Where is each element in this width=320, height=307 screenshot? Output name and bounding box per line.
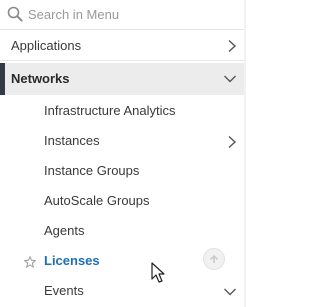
scrollbar[interactable]: [244, 0, 246, 307]
submenu-item-label: Infrastructure Analytics: [44, 103, 176, 118]
submenu-item-label: Events: [44, 283, 84, 298]
submenu-item-label: Licenses: [44, 253, 100, 268]
submenu-item-instances[interactable]: Instances: [0, 126, 244, 156]
submenu-item-label: AutoScale Groups: [44, 193, 150, 208]
submenu-item-label: Instance Groups: [44, 163, 140, 178]
chevron-right-icon[interactable]: [225, 39, 239, 53]
submenu-item-events[interactable]: Events: [0, 276, 244, 306]
submenu-item-agents[interactable]: Agents: [0, 216, 244, 246]
menu-item-applications[interactable]: Applications: [0, 31, 244, 61]
chevron-right-icon[interactable]: [225, 135, 239, 149]
submenu-item-label: Instances: [44, 133, 100, 148]
chevron-down-icon[interactable]: [223, 72, 237, 86]
search-input[interactable]: [28, 4, 228, 24]
active-indicator: [0, 63, 5, 95]
submenu-item-instance-groups[interactable]: Instance Groups: [0, 156, 244, 186]
chevron-down-icon[interactable]: [223, 285, 237, 299]
menu-search: [0, 0, 244, 30]
menu-item-networks[interactable]: Networks: [0, 63, 244, 95]
search-icon: [7, 6, 23, 22]
star-icon[interactable]: [23, 255, 37, 268]
submenu-item-infrastructure-analytics[interactable]: Infrastructure Analytics: [0, 96, 244, 126]
submenu-item-autoscale-groups[interactable]: AutoScale Groups: [0, 186, 244, 216]
navigation-menu: Applications Networks Infrastructure Ana…: [0, 0, 245, 307]
menu-item-label: Applications: [11, 38, 82, 53]
menu-item-label: Networks: [11, 71, 70, 86]
submenu-item-label: Agents: [44, 223, 85, 238]
arrow-up-circle-icon[interactable]: [203, 248, 225, 270]
